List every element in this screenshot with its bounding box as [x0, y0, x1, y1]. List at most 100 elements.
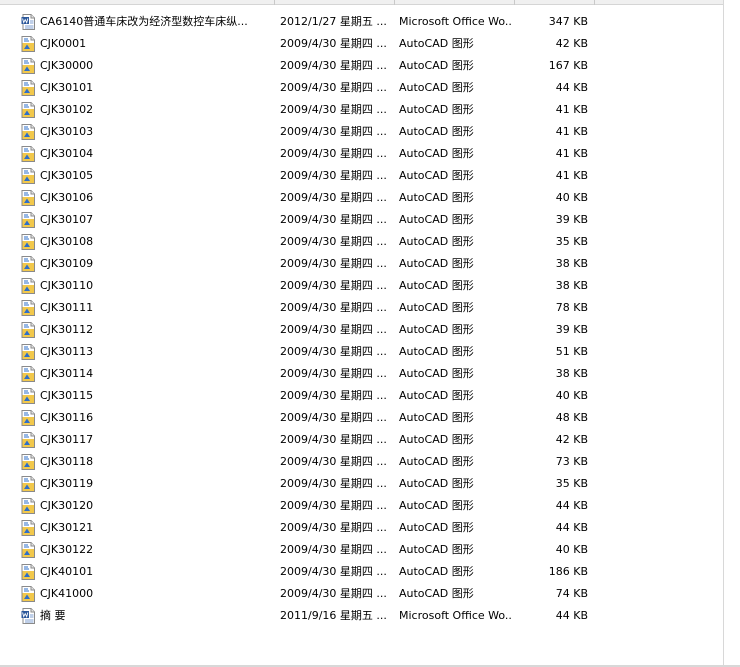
file-name: CJK0001	[40, 37, 87, 50]
autocad-drawing-icon	[21, 190, 35, 206]
file-size: 35 KB	[555, 235, 588, 248]
file-size: 74 KB	[555, 587, 588, 600]
file-name: CJK30113	[40, 345, 94, 358]
file-name: CJK30106	[40, 191, 94, 204]
file-type: AutoCAD 图形	[399, 257, 474, 270]
file-date-modified: 2009/4/30 星期四 ...	[280, 279, 387, 292]
file-size: 73 KB	[555, 455, 588, 468]
file-date-modified: 2009/4/30 星期四 ...	[280, 565, 387, 578]
file-row[interactable]: CJK41000 2009/4/30 星期四 ... AutoCAD 图形 74 KB	[0, 583, 723, 605]
file-date-modified: 2009/4/30 星期四 ...	[280, 477, 387, 490]
autocad-drawing-icon	[21, 498, 35, 514]
file-name: CJK30122	[40, 543, 94, 556]
file-row[interactable]: CJK30000 2009/4/30 星期四 ... AutoCAD 图形 167 K…	[0, 55, 723, 77]
file-size: 42 KB	[555, 37, 588, 50]
file-row[interactable]: CJK30120 2009/4/30 星期四 ... AutoCAD 图形 44 KB	[0, 495, 723, 517]
file-date-modified: 2009/4/30 星期四 ...	[280, 147, 387, 160]
file-name: CJK30109	[40, 257, 94, 270]
file-row[interactable]: CJK0001 2009/4/30 星期四 ... AutoCAD 图形 42 KB	[0, 33, 723, 55]
file-type: AutoCAD 图形	[399, 477, 474, 490]
file-size: 44 KB	[555, 609, 588, 622]
file-row[interactable]: CJK30118 2009/4/30 星期四 ... AutoCAD 图形 73 KB	[0, 451, 723, 473]
file-row[interactable]: CJK30101 2009/4/30 星期四 ... AutoCAD 图形 44 KB	[0, 77, 723, 99]
file-row[interactable]: CJK30107 2009/4/30 星期四 ... AutoCAD 图形 39 KB	[0, 209, 723, 231]
file-size: 38 KB	[555, 279, 588, 292]
file-size: 51 KB	[555, 345, 588, 358]
autocad-drawing-icon	[21, 278, 35, 294]
file-row[interactable]: CJK30113 2009/4/30 星期四 ... AutoCAD 图形 51 KB	[0, 341, 723, 363]
autocad-drawing-icon	[21, 58, 35, 74]
file-row[interactable]: CA6140普通车床改为经济型数控车床纵... 2012/1/27 星期五 ...…	[0, 11, 723, 33]
file-date-modified: 2009/4/30 星期四 ...	[280, 543, 387, 556]
file-name: CJK30114	[40, 367, 94, 380]
autocad-drawing-icon	[21, 124, 35, 140]
file-name: CJK30120	[40, 499, 94, 512]
file-date-modified: 2009/4/30 星期四 ...	[280, 433, 387, 446]
autocad-drawing-icon	[21, 564, 35, 580]
file-list-window: CA6140普通车床改为经济型数控车床纵... 2012/1/27 星期五 ...…	[0, 0, 740, 667]
file-date-modified: 2009/4/30 星期四 ...	[280, 59, 387, 72]
file-size: 41 KB	[555, 103, 588, 116]
autocad-drawing-icon	[21, 432, 35, 448]
file-row[interactable]: CJK30102 2009/4/30 星期四 ... AutoCAD 图形 41 KB	[0, 99, 723, 121]
file-type: AutoCAD 图形	[399, 367, 474, 380]
autocad-drawing-icon	[21, 234, 35, 250]
file-row[interactable]: CJK30104 2009/4/30 星期四 ... AutoCAD 图形 41 KB	[0, 143, 723, 165]
file-row[interactable]: 摘 要 2011/9/16 星期五 ... Microsoft Office Wo.…	[0, 605, 723, 627]
file-size: 40 KB	[555, 389, 588, 402]
file-date-modified: 2009/4/30 星期四 ...	[280, 301, 387, 314]
file-name: CJK41000	[40, 587, 94, 600]
file-row[interactable]: CJK30111 2009/4/30 星期四 ... AutoCAD 图形 78 KB	[0, 297, 723, 319]
word-document-icon	[21, 14, 35, 30]
header-separator[interactable]	[394, 0, 395, 5]
file-type: Microsoft Office Wo...	[399, 609, 513, 622]
file-name: CA6140普通车床改为经济型数控车床纵...	[40, 15, 248, 28]
file-row[interactable]: CJK30115 2009/4/30 星期四 ... AutoCAD 图形 40 KB	[0, 385, 723, 407]
file-date-modified: 2009/4/30 星期四 ...	[280, 411, 387, 424]
file-size: 48 KB	[555, 411, 588, 424]
file-type: AutoCAD 图形	[399, 587, 474, 600]
file-type: AutoCAD 图形	[399, 565, 474, 578]
file-date-modified: 2009/4/30 星期四 ...	[280, 367, 387, 380]
file-row[interactable]: CJK30105 2009/4/30 星期四 ... AutoCAD 图形 41 KB	[0, 165, 723, 187]
header-separator[interactable]	[594, 0, 595, 5]
file-row[interactable]: CJK30109 2009/4/30 星期四 ... AutoCAD 图形 38 KB	[0, 253, 723, 275]
file-size: 347 KB	[548, 15, 588, 28]
file-size: 39 KB	[555, 323, 588, 336]
file-size: 41 KB	[555, 147, 588, 160]
file-row[interactable]: CJK30119 2009/4/30 星期四 ... AutoCAD 图形 35 KB	[0, 473, 723, 495]
file-type: AutoCAD 图形	[399, 389, 474, 402]
file-row[interactable]: CJK30117 2009/4/30 星期四 ... AutoCAD 图形 42 KB	[0, 429, 723, 451]
file-name: CJK30111	[40, 301, 94, 314]
word-document-icon	[21, 608, 35, 624]
file-row[interactable]: CJK30108 2009/4/30 星期四 ... AutoCAD 图形 35 KB	[0, 231, 723, 253]
file-size: 78 KB	[555, 301, 588, 314]
autocad-drawing-icon	[21, 388, 35, 404]
file-type: AutoCAD 图形	[399, 345, 474, 358]
header-separator[interactable]	[274, 0, 275, 5]
autocad-drawing-icon	[21, 300, 35, 316]
file-row[interactable]: CJK30116 2009/4/30 星期四 ... AutoCAD 图形 48 KB	[0, 407, 723, 429]
file-date-modified: 2009/4/30 星期四 ...	[280, 81, 387, 94]
file-row[interactable]: CJK30110 2009/4/30 星期四 ... AutoCAD 图形 38 KB	[0, 275, 723, 297]
file-name: CJK30102	[40, 103, 94, 116]
file-row[interactable]: CJK40101 2009/4/30 星期四 ... AutoCAD 图形 186 K…	[0, 561, 723, 583]
file-row[interactable]: CJK30112 2009/4/30 星期四 ... AutoCAD 图形 39 KB	[0, 319, 723, 341]
autocad-drawing-icon	[21, 36, 35, 52]
header-separator[interactable]	[514, 0, 515, 5]
file-row[interactable]: CJK30121 2009/4/30 星期四 ... AutoCAD 图形 44 KB	[0, 517, 723, 539]
column-header-strip[interactable]	[0, 0, 740, 5]
file-row[interactable]: CJK30106 2009/4/30 星期四 ... AutoCAD 图形 40 KB	[0, 187, 723, 209]
vertical-scrollbar[interactable]	[723, 0, 740, 667]
file-date-modified: 2009/4/30 星期四 ...	[280, 213, 387, 226]
autocad-drawing-icon	[21, 256, 35, 272]
file-row[interactable]: CJK30122 2009/4/30 星期四 ... AutoCAD 图形 40 KB	[0, 539, 723, 561]
file-date-modified: 2009/4/30 星期四 ...	[280, 521, 387, 534]
file-type: AutoCAD 图形	[399, 499, 474, 512]
file-row[interactable]: CJK30114 2009/4/30 星期四 ... AutoCAD 图形 38 KB	[0, 363, 723, 385]
file-name: CJK30112	[40, 323, 94, 336]
file-row[interactable]: CJK30103 2009/4/30 星期四 ... AutoCAD 图形 41 KB	[0, 121, 723, 143]
file-type: AutoCAD 图形	[399, 301, 474, 314]
file-size: 39 KB	[555, 213, 588, 226]
file-date-modified: 2011/9/16 星期五 ...	[280, 609, 387, 622]
